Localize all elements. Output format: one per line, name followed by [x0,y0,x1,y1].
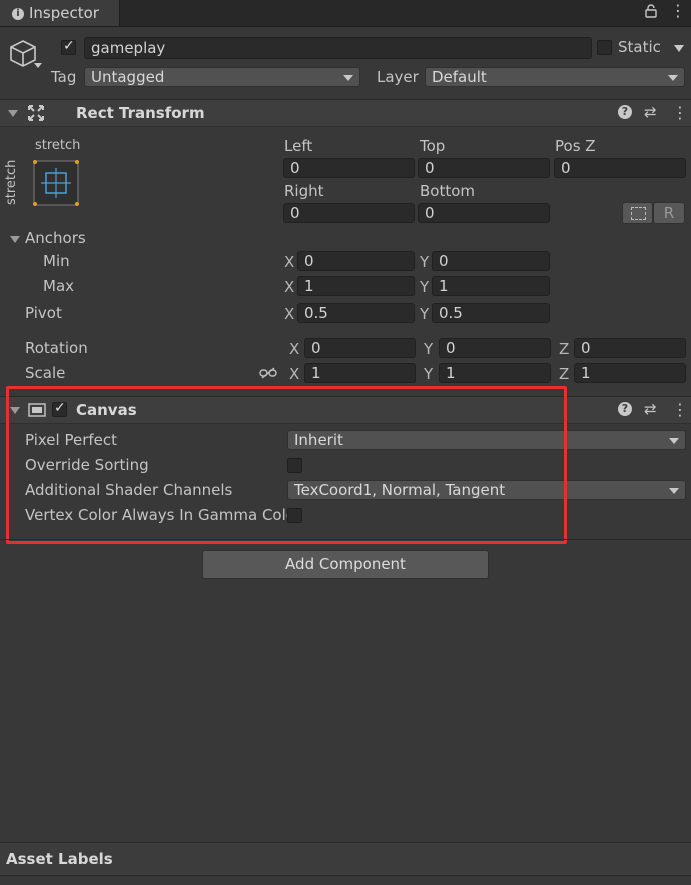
scale-y-field[interactable]: 1 [439,363,551,383]
rotation-x-field[interactable]: 0 [304,338,416,358]
more-menu-icon[interactable]: ⋮ [672,103,688,122]
layer-value: Default [432,68,487,86]
static-dropdown-caret[interactable] [674,45,684,52]
tab-bar: i Inspector ⋮ [0,0,691,27]
rect-transform-header[interactable]: Rect Transform ? ⇄ ⋮ [0,99,691,127]
min-y-axis-label: Y [420,253,430,271]
canvas-icon [28,403,46,421]
shader-channels-value: TexCoord1, Normal, Tangent [294,481,506,499]
info-icon: i [12,8,24,20]
blueprint-mode-button[interactable] [622,202,653,224]
layer-label: Layer [377,68,419,86]
scale-z-field[interactable]: 1 [574,363,686,383]
scale-x-axis-label: X [289,365,300,383]
max-x-field[interactable]: 1 [297,276,415,296]
tag-label: Tag [51,68,77,86]
asset-labels-title: Asset Labels [6,850,113,868]
asset-labels-bar[interactable]: Asset Labels [0,843,691,876]
pivot-x-axis-label: X [284,305,295,323]
anchor-preset-v-label: stretch [4,159,19,205]
right-label: Right [284,182,324,200]
rotation-label: Rotation [25,339,88,357]
pivot-label: Pivot [25,304,62,322]
tag-dropdown[interactable]: Untagged [84,67,360,87]
tag-value: Untagged [91,68,165,86]
help-icon[interactable]: ? [618,105,632,119]
add-component-button[interactable]: Add Component [202,550,489,579]
pixel-perfect-dropdown[interactable]: Inherit [287,430,686,450]
static-checkbox[interactable] [597,40,612,55]
top-label: Top [420,137,446,155]
top-field[interactable]: 0 [418,158,550,178]
divider [0,539,691,540]
chevron-down-icon [343,75,353,81]
preset-settings-icon[interactable]: ⇄ [644,400,657,418]
override-sorting-label: Override Sorting [25,456,149,474]
more-menu-icon[interactable]: ⋮ [672,400,688,419]
pivot-y-axis-label: Y [420,305,430,323]
help-icon[interactable]: ? [618,402,632,416]
shader-channels-label: Additional Shader Channels [25,481,233,499]
scale-y-axis-label: Y [424,365,434,383]
max-label: Max [43,277,75,295]
anchor-preset-button[interactable] [33,160,79,206]
anchor-preset-h-label: stretch [35,138,81,153]
pivot-x-field[interactable]: 0.5 [297,303,415,323]
bottom-field[interactable]: 0 [418,203,550,223]
scale-z-axis-label: Z [559,365,570,383]
left-field[interactable]: 0 [283,158,415,178]
static-label: Static [618,38,661,56]
lock-icon[interactable] [645,4,657,22]
chevron-down-icon [669,438,679,444]
chevron-down-icon [669,488,679,494]
posz-label: Pos Z [555,137,596,155]
min-y-field[interactable]: 0 [432,251,550,271]
canvas-enabled-checkbox[interactable] [52,400,67,417]
vertex-color-label: Vertex Color Always In Gamma Color [25,506,302,524]
max-y-field[interactable]: 1 [432,276,550,296]
rotation-z-field[interactable]: 0 [574,338,686,358]
tab-label: Inspector [29,4,99,22]
constrain-proportions-icon[interactable] [259,367,277,383]
rect-transform-icon [28,105,44,125]
collapse-triangle[interactable] [8,110,18,117]
max-y-axis-label: Y [420,278,430,296]
active-checkbox[interactable] [61,38,76,55]
rot-y-axis-label: Y [424,340,434,358]
more-menu-icon[interactable]: ⋮ [670,3,686,19]
preset-settings-icon[interactable]: ⇄ [644,103,657,121]
left-label: Left [284,137,313,155]
raw-edit-button[interactable]: R [653,202,685,224]
chevron-down-icon [668,75,678,81]
tab-inspector[interactable]: i Inspector [0,0,120,26]
rect-transform-title: Rect Transform [76,104,205,122]
vertex-color-checkbox[interactable] [287,508,302,523]
layer-dropdown[interactable]: Default [425,67,685,87]
pixel-perfect-value: Inherit [294,431,343,449]
min-x-field[interactable]: 0 [297,251,415,271]
pixel-perfect-label: Pixel Perfect [25,431,118,449]
rotation-y-field[interactable]: 0 [439,338,551,358]
icon-dropdown-caret[interactable] [34,63,42,68]
object-name-field[interactable]: gameplay [84,37,592,59]
shader-channels-dropdown[interactable]: TexCoord1, Normal, Tangent [287,480,686,500]
scale-x-field[interactable]: 1 [304,363,416,383]
posz-field[interactable]: 0 [554,158,686,178]
override-sorting-checkbox[interactable] [287,458,302,473]
collapse-triangle[interactable] [10,407,20,414]
pivot-y-field[interactable]: 0.5 [432,303,550,323]
right-field[interactable]: 0 [283,203,415,223]
canvas-title: Canvas [76,401,137,419]
scale-label: Scale [25,364,66,382]
rot-z-axis-label: Z [559,340,570,358]
bottom-label: Bottom [420,182,476,200]
rot-x-axis-label: X [289,340,300,358]
anchors-label: Anchors [25,229,86,247]
min-x-axis-label: X [284,253,295,271]
canvas-header[interactable]: Canvas ? ⇄ ⋮ [0,396,691,424]
anchors-collapse-triangle[interactable] [10,236,20,243]
max-x-axis-label: X [284,278,295,296]
blueprint-icon [631,207,646,220]
min-label: Min [43,252,70,270]
